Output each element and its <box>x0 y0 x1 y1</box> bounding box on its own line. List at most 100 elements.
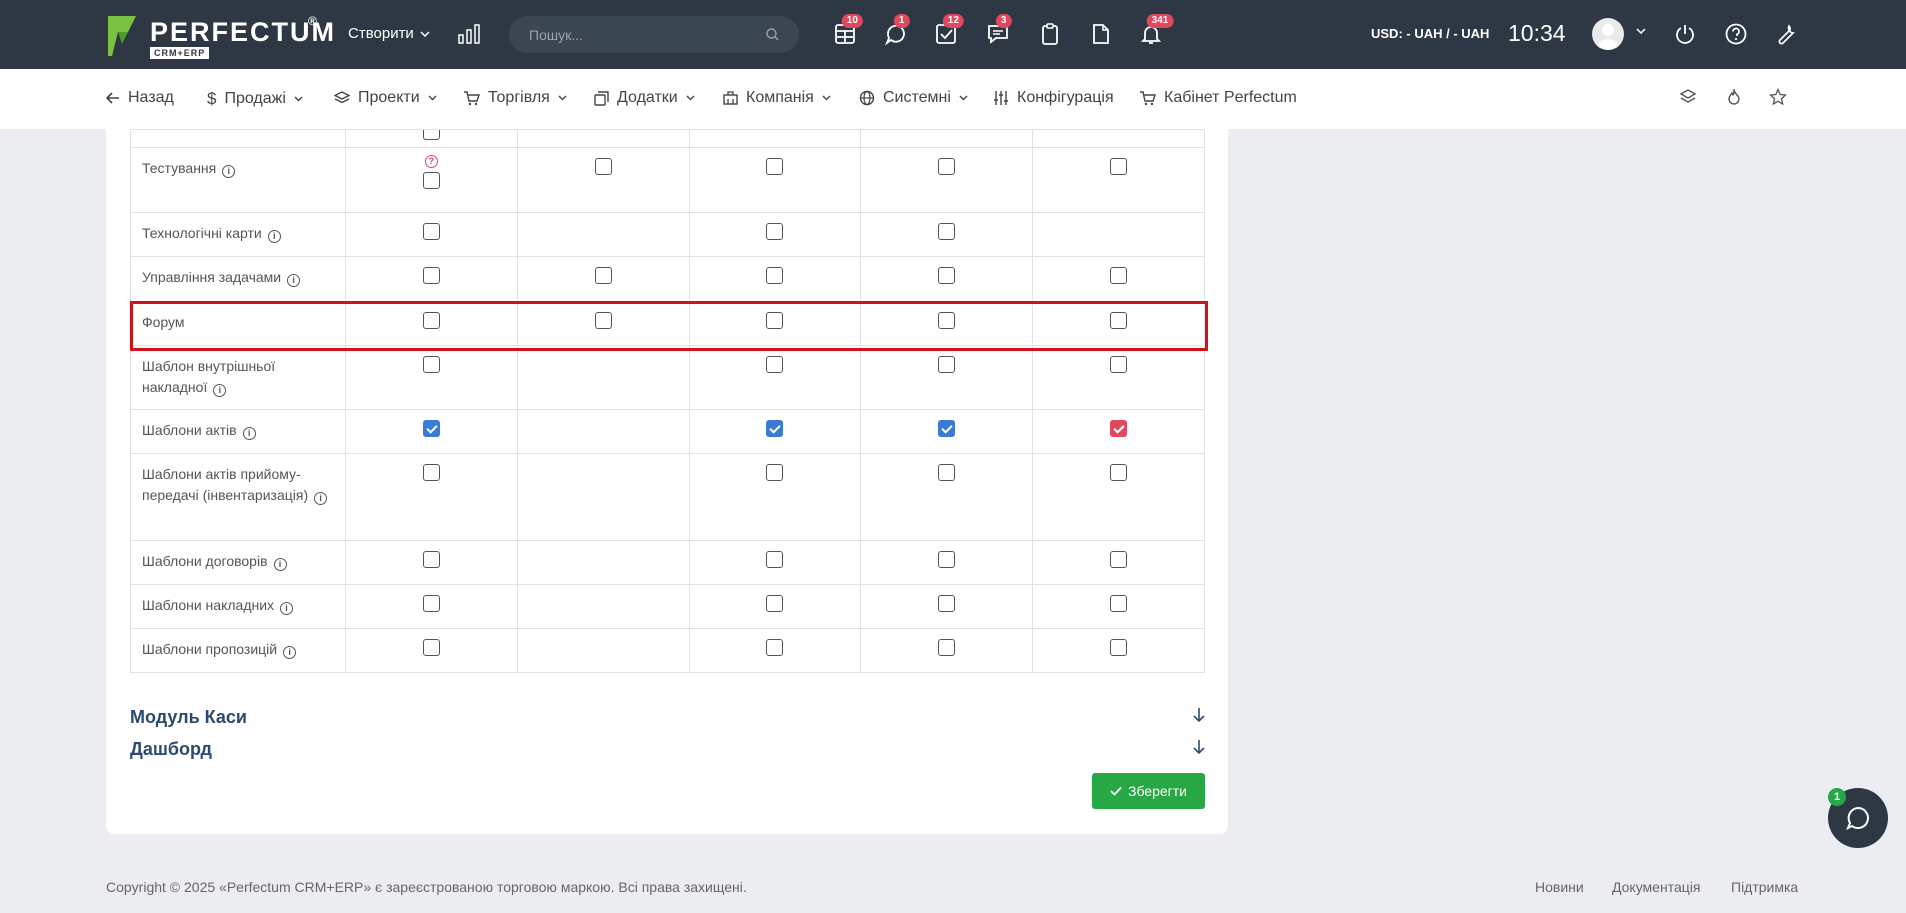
info-icon[interactable]: i <box>287 274 301 287</box>
info-icon[interactable]: i <box>283 646 297 659</box>
checkbox[interactable] <box>422 464 440 481</box>
wrench-icon[interactable] <box>1775 23 1797 45</box>
nav-back[interactable]: Назад <box>106 89 174 107</box>
footer-docs-link[interactable]: Документація <box>1612 879 1700 895</box>
help-icon[interactable] <box>1725 23 1747 45</box>
info-icon[interactable]: i <box>213 384 227 397</box>
checkbox[interactable] <box>766 551 784 568</box>
checkbox[interactable] <box>1110 267 1128 284</box>
checkbox[interactable] <box>422 172 440 189</box>
checkbox[interactable] <box>594 267 612 284</box>
nav-system[interactable]: Системні <box>859 89 968 107</box>
logo[interactable]: PERFECTUM ® CRM+ERP <box>106 14 334 60</box>
checkbox[interactable] <box>1110 464 1128 481</box>
checkbox[interactable] <box>1110 420 1128 437</box>
checkbox[interactable] <box>766 267 784 284</box>
section-cash[interactable]: Модуль Каси <box>130 707 1205 728</box>
table-row <box>130 129 1205 148</box>
checkbox[interactable] <box>938 595 956 612</box>
nav-addons-label: Додатки <box>617 89 678 106</box>
checkbox[interactable] <box>1110 356 1128 373</box>
bar-chart-icon[interactable] <box>458 24 480 44</box>
checkbox[interactable] <box>1110 639 1128 656</box>
footer-news-link[interactable]: Новини <box>1535 879 1584 895</box>
nav-trade[interactable]: Торгівля <box>463 89 567 107</box>
nav-addons[interactable]: Додатки <box>594 89 695 107</box>
info-icon[interactable]: i <box>314 492 328 505</box>
chevron-down-icon[interactable] <box>1636 28 1646 34</box>
check-cell <box>688 256 862 302</box>
checkbox[interactable] <box>422 595 440 612</box>
clipboard-icon[interactable] <box>1038 22 1064 48</box>
checkbox[interactable] <box>422 356 440 373</box>
checkbox[interactable] <box>1110 312 1128 329</box>
nav-config[interactable]: Конфігурація <box>993 89 1114 107</box>
tasks-icon[interactable]: 12 <box>934 14 964 48</box>
fire-icon[interactable] <box>1725 88 1743 106</box>
checkbox[interactable] <box>1110 158 1128 175</box>
nav-company[interactable]: Компанія <box>723 89 831 107</box>
logo-subtitle: CRM+ERP <box>150 47 210 59</box>
nav-projects[interactable]: Проекти <box>334 89 437 107</box>
checkbox[interactable] <box>422 312 440 329</box>
bell-icon[interactable]: 341 <box>1139 14 1174 48</box>
chat-widget-badge: 1 <box>1828 788 1846 806</box>
footer-support-link[interactable]: Підтримка <box>1731 879 1798 895</box>
checkbox[interactable] <box>1110 595 1128 612</box>
check-cell <box>1032 540 1205 585</box>
search-icon[interactable] <box>766 28 779 41</box>
layers-icon[interactable] <box>1679 88 1697 106</box>
checkbox[interactable] <box>766 223 784 240</box>
checkbox[interactable] <box>1110 551 1128 568</box>
checkbox[interactable] <box>766 595 784 612</box>
check-cell <box>516 409 690 454</box>
question-icon[interactable]: ? <box>424 155 438 168</box>
checkbox[interactable] <box>422 420 440 437</box>
power-icon[interactable] <box>1674 23 1696 45</box>
info-icon[interactable]: i <box>222 165 236 178</box>
checkbox[interactable] <box>422 551 440 568</box>
checkbox[interactable] <box>938 158 956 175</box>
info-icon[interactable]: i <box>242 427 256 440</box>
checkbox[interactable] <box>422 267 440 284</box>
checkbox[interactable] <box>938 267 956 284</box>
nav-cabinet[interactable]: Кабінет Perfectum <box>1139 89 1297 107</box>
search-box[interactable] <box>509 16 799 53</box>
avatar[interactable] <box>1592 18 1624 50</box>
checkbox[interactable] <box>766 312 784 329</box>
checkbox[interactable] <box>422 639 440 656</box>
info-icon[interactable]: i <box>267 230 281 243</box>
chat-bubble-icon[interactable]: 1 <box>884 14 910 48</box>
checkbox[interactable] <box>938 464 956 481</box>
nav-sales[interactable]: $ Продажі <box>207 89 303 109</box>
tables-icon[interactable]: 10 <box>833 14 863 48</box>
checkbox[interactable] <box>594 158 612 175</box>
checkbox[interactable] <box>938 639 956 656</box>
checkbox[interactable] <box>594 312 612 329</box>
check-cell <box>688 584 862 629</box>
create-dropdown[interactable]: Створити <box>348 25 430 42</box>
nav-company-label: Компанія <box>746 89 814 106</box>
checkbox[interactable] <box>938 420 956 437</box>
save-button[interactable]: Зберегти <box>1092 773 1205 809</box>
checkbox[interactable] <box>766 158 784 175</box>
checkbox[interactable] <box>766 639 784 656</box>
checkbox[interactable] <box>938 312 956 329</box>
checkbox[interactable] <box>938 356 956 373</box>
arrow-down-icon <box>1193 740 1205 754</box>
checkbox[interactable] <box>422 223 440 240</box>
checkbox[interactable] <box>766 464 784 481</box>
checkbox[interactable] <box>938 551 956 568</box>
info-icon[interactable]: i <box>273 558 287 571</box>
checkbox[interactable] <box>422 130 440 140</box>
checkbox[interactable] <box>938 223 956 240</box>
checkbox[interactable] <box>766 356 784 373</box>
document-icon[interactable] <box>1089 22 1115 48</box>
checkbox[interactable] <box>766 420 784 437</box>
info-icon[interactable]: i <box>280 602 294 615</box>
messages-icon[interactable]: 3 <box>986 14 1012 48</box>
section-dashboard[interactable]: Дашборд <box>130 739 1205 760</box>
search-input[interactable] <box>529 26 766 43</box>
logo-icon <box>108 16 136 56</box>
star-icon[interactable] <box>1769 88 1787 106</box>
